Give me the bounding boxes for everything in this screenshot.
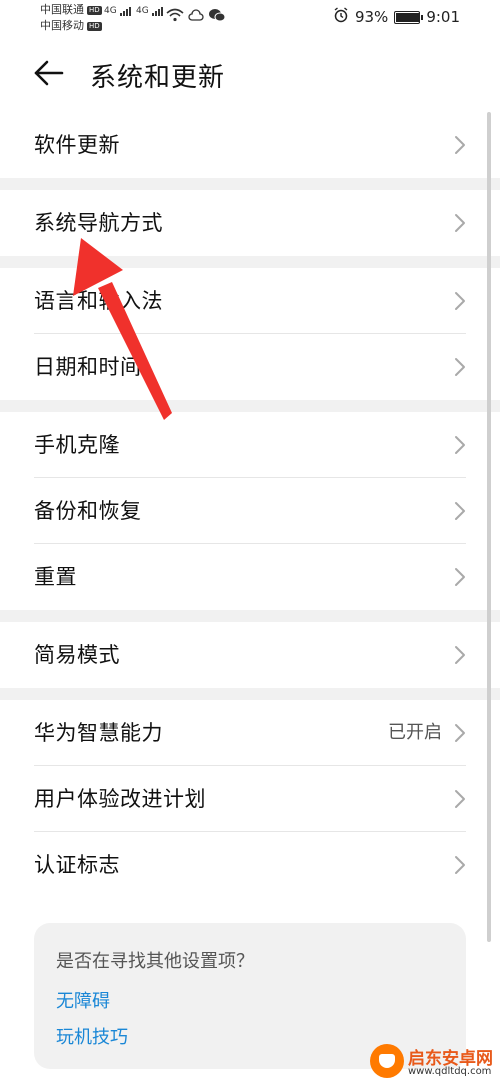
carrier-1-label: 中国联通	[40, 3, 84, 16]
settings-item-label: 手机克隆	[34, 433, 120, 457]
chevron-right-icon	[455, 568, 465, 586]
network-type: 4G	[104, 6, 117, 16]
signal-icon: 4G	[136, 6, 164, 16]
alarm-icon	[333, 7, 349, 27]
chevron-right-icon	[455, 136, 465, 154]
settings-item-simple-mode[interactable]: 简易模式	[0, 622, 500, 688]
scrollbar[interactable]	[487, 112, 491, 942]
battery-percent: 93%	[354, 8, 389, 26]
separator	[0, 178, 500, 190]
status-right: 93% 9:01	[333, 7, 460, 27]
separator	[0, 256, 500, 268]
battery-level	[396, 12, 419, 22]
settings-item-label: 重置	[34, 565, 77, 589]
watermark-logo-icon	[370, 1044, 404, 1078]
battery-icon	[394, 10, 424, 24]
page-title: 系统和更新	[90, 63, 226, 93]
settings-group-2: 系统导航方式	[0, 190, 500, 256]
network-type: 4G	[136, 6, 149, 16]
settings-item-label: 华为智慧能力	[34, 721, 163, 745]
watermark: 启东安卓网 www.qdltdq.com	[368, 1040, 498, 1084]
title-bar: 系统和更新	[0, 40, 500, 106]
chevron-right-icon	[455, 724, 465, 742]
hd-badge: HD	[87, 22, 102, 31]
settings-item-huawei-smart[interactable]: 华为智慧能力 已开启	[0, 700, 500, 766]
hd-badge: HD	[87, 6, 102, 15]
settings-item-software-update[interactable]: 软件更新	[0, 112, 500, 178]
suggestions-question: 是否在寻找其他设置项？	[56, 951, 254, 972]
separator	[0, 610, 500, 622]
settings-item-label: 用户体验改进计划	[34, 787, 206, 811]
settings-group-6: 华为智慧能力 已开启 用户体验改进计划 认证标志	[0, 700, 500, 898]
link-accessibility[interactable]: 无障碍	[56, 987, 110, 1013]
settings-item-backup-restore[interactable]: 备份和恢复	[0, 478, 500, 544]
settings-item-label: 简易模式	[34, 643, 120, 667]
carrier-2-label: 中国移动	[40, 19, 84, 32]
settings-item-label: 认证标志	[34, 853, 120, 877]
carrier-2: 中国移动 HD	[40, 19, 102, 32]
chevron-right-icon	[455, 646, 465, 664]
settings-item-reset[interactable]: 重置	[0, 544, 500, 610]
chevron-right-icon	[455, 358, 465, 376]
settings-item-certification[interactable]: 认证标志	[0, 832, 500, 898]
chevron-right-icon	[455, 214, 465, 232]
separator	[0, 688, 500, 700]
chevron-right-icon	[455, 436, 465, 454]
settings-item-label: 日期和时间	[34, 355, 142, 379]
settings-item-value: 已开启	[388, 722, 442, 743]
back-button[interactable]	[32, 56, 66, 90]
chevron-right-icon	[455, 502, 465, 520]
watermark-url: www.qdltdq.com	[408, 1066, 492, 1077]
chevron-right-icon	[455, 292, 465, 310]
settings-item-label: 软件更新	[34, 133, 120, 157]
chevron-right-icon	[455, 790, 465, 808]
wechat-icon	[208, 8, 226, 26]
link-tips[interactable]: 玩机技巧	[56, 1023, 128, 1049]
wifi-icon	[166, 8, 184, 26]
settings-item-label: 语言和输入法	[34, 289, 163, 313]
settings-group-4: 手机克隆 备份和恢复 重置	[0, 412, 500, 610]
weather-icon	[188, 8, 204, 26]
back-arrow-icon	[34, 60, 64, 86]
settings-item-label: 备份和恢复	[34, 499, 142, 523]
settings-item-label: 系统导航方式	[34, 211, 163, 235]
settings-item-date-time[interactable]: 日期和时间	[0, 334, 500, 400]
settings-group-5: 简易模式	[0, 622, 500, 688]
status-bar: 中国联通 HD 中国移动 HD 4G 4G 93% 9:01	[0, 0, 500, 36]
settings-item-navigation[interactable]: 系统导航方式	[0, 190, 500, 256]
chevron-right-icon	[455, 856, 465, 874]
settings-item-phone-clone[interactable]: 手机克隆	[0, 412, 500, 478]
settings-group-1: 软件更新	[0, 112, 500, 178]
settings-group-3: 语言和输入法 日期和时间	[0, 268, 500, 400]
settings-item-user-experience[interactable]: 用户体验改进计划	[0, 766, 500, 832]
clock: 9:01	[426, 8, 460, 26]
signal-icon: 4G	[104, 6, 132, 16]
carrier-1: 中国联通 HD	[40, 3, 102, 16]
settings-item-language-input[interactable]: 语言和输入法	[0, 268, 500, 334]
separator	[0, 400, 500, 412]
